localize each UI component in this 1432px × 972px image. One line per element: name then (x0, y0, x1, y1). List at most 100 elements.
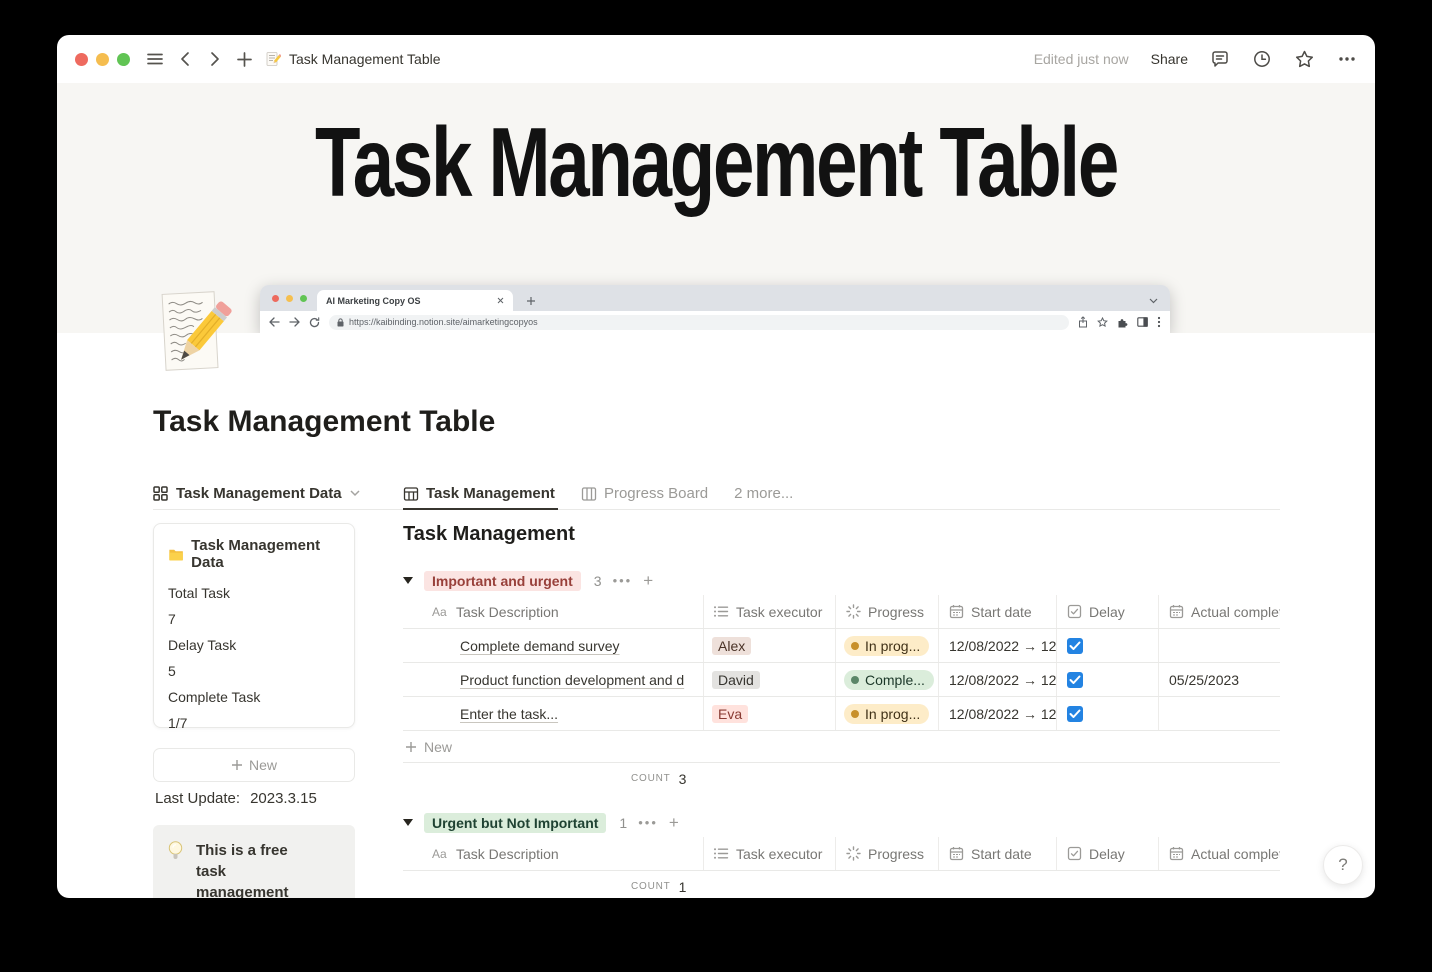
progress-cell[interactable]: In prog... (835, 629, 938, 662)
sidebar-menu-icon[interactable] (146, 50, 164, 68)
column-header-task-executor[interactable]: Task executor (703, 595, 835, 628)
calendar-icon (1169, 846, 1184, 861)
task-description-cell[interactable]: Enter the task... (403, 697, 703, 730)
task-executor-cell[interactable]: David (703, 663, 835, 696)
group-add-row-icon[interactable]: + (669, 814, 679, 831)
help-button[interactable]: ? (1323, 845, 1363, 885)
group-count-row[interactable]: COUNT 3 (403, 763, 1280, 794)
card-field-value: 5 (168, 663, 176, 679)
actual-completion-cell[interactable] (1158, 697, 1280, 730)
view-nav-row: Task Management Data Task Management Pro… (153, 478, 1280, 510)
group-count-row[interactable]: COUNT 1 (403, 871, 1280, 898)
mock-star-icon (1097, 316, 1108, 327)
back-icon[interactable] (178, 51, 193, 67)
memo-icon (265, 51, 281, 67)
delay-cell[interactable] (1056, 663, 1158, 696)
task-description-link[interactable]: Product function development and d (460, 672, 684, 688)
checkbox-icon (1067, 604, 1082, 619)
task-description-link[interactable]: Complete demand survey (460, 638, 620, 654)
favorite-star-icon[interactable] (1294, 49, 1315, 69)
collapse-triangle-icon[interactable] (403, 577, 413, 584)
mock-menu-dots-icon (1157, 316, 1161, 328)
close-window-button[interactable] (75, 52, 88, 66)
column-header-progress[interactable]: Progress (835, 837, 938, 870)
table-header-row: Aa Task Description Task executor Progress S… (403, 837, 1280, 871)
column-header-delay[interactable]: Delay (1056, 837, 1158, 870)
tab-more-views[interactable]: 2 more... (734, 485, 793, 502)
table-icon (403, 486, 419, 501)
status-dot (851, 641, 859, 650)
start-date-cell[interactable]: 12/08/2022 → 12 (938, 697, 1056, 730)
task-description-link[interactable]: Enter the task... (460, 706, 558, 722)
folder-icon (169, 549, 183, 561)
traffic-lights (75, 52, 130, 66)
delay-checkbox-checked[interactable] (1067, 705, 1083, 722)
status-icon (846, 846, 861, 861)
status-dot (851, 709, 859, 718)
data-summary-card[interactable]: Task Management Data Total Task 7 Delay … (153, 523, 355, 731)
comments-icon[interactable] (1210, 49, 1230, 69)
group-add-row-icon[interactable]: + (643, 572, 653, 589)
calendar-icon (949, 846, 964, 861)
group-header: Urgent but Not Important 1 ••• + (403, 808, 1280, 837)
breadcrumb[interactable]: Task Management Table (265, 51, 441, 67)
share-button[interactable]: Share (1151, 51, 1188, 67)
task-executor-cell[interactable]: Alex (703, 629, 835, 662)
column-header-label: Delay (1089, 845, 1125, 862)
start-date-cell[interactable]: 12/08/2022 → 12 (938, 629, 1056, 662)
sidebar-new-button[interactable]: New (153, 748, 355, 782)
delay-cell[interactable] (1056, 697, 1158, 730)
group-count: 1 (619, 814, 628, 831)
history-clock-icon[interactable] (1252, 49, 1272, 69)
column-header-actual-completion[interactable]: Actual completion (1158, 837, 1280, 870)
plus-icon (405, 741, 417, 753)
mock-sidepanel-icon (1137, 317, 1148, 327)
progress-cell[interactable]: Comple... (835, 663, 938, 696)
mock-chevron-down-icon (1149, 298, 1158, 304)
column-header-label: Delay (1089, 603, 1125, 620)
browser-mockup: AI Marketing Copy OS https://kaibinding.… (260, 285, 1170, 333)
column-header-actual-completion[interactable]: Actual completion (1158, 595, 1280, 628)
card-field-label: Complete Task (168, 689, 261, 705)
start-date-cell[interactable]: 12/08/2022 → 12 (938, 663, 1056, 696)
table-new-row-button[interactable]: New (403, 731, 1280, 763)
progress-status-tag: In prog... (844, 635, 930, 656)
forward-icon[interactable] (207, 51, 222, 67)
group-name-tag[interactable]: Urgent but Not Important (424, 812, 607, 833)
column-header-start-date[interactable]: Start date (938, 837, 1056, 870)
new-page-icon[interactable] (236, 51, 253, 68)
tab-task-management[interactable]: Task Management (403, 485, 555, 502)
column-header-delay[interactable]: Delay (1056, 595, 1158, 628)
delay-cell[interactable] (1056, 629, 1158, 662)
column-header-label: Task Description (456, 603, 559, 620)
column-header-task-executor[interactable]: Task executor (703, 837, 835, 870)
column-header-progress[interactable]: Progress (835, 595, 938, 628)
collapse-triangle-icon[interactable] (403, 819, 413, 826)
actual-completion-cell[interactable]: 05/25/2023 (1158, 663, 1280, 696)
maximize-window-button[interactable] (117, 52, 130, 66)
table-row: Enter the task... Eva In prog... 12/08/2022… (403, 697, 1280, 731)
task-description-cell[interactable]: Complete demand survey (403, 629, 703, 662)
delay-checkbox-checked[interactable] (1067, 637, 1083, 654)
more-options-icon[interactable] (1337, 49, 1357, 69)
delay-checkbox-checked[interactable] (1067, 671, 1083, 688)
group-options-icon[interactable]: ••• (613, 573, 633, 588)
group-options-icon[interactable]: ••• (638, 815, 658, 830)
column-header-task-description[interactable]: Aa Task Description (403, 837, 703, 870)
column-header-label: Task executor (736, 845, 823, 862)
count-value: 3 (678, 770, 687, 787)
database-view-selector[interactable]: Task Management Data (153, 478, 360, 509)
table-header-row: Aa Task Description Task executor Progress S… (403, 595, 1280, 629)
actual-completion-cell[interactable] (1158, 629, 1280, 662)
tab-progress-board[interactable]: Progress Board (581, 485, 708, 502)
page-icon-memo[interactable] (160, 290, 232, 376)
minimize-window-button[interactable] (96, 52, 109, 66)
card-field-value: 1/7 (168, 715, 188, 731)
task-executor-cell[interactable]: Eva (703, 697, 835, 730)
column-header-start-date[interactable]: Start date (938, 595, 1056, 628)
group-name-tag[interactable]: Important and urgent (424, 570, 581, 591)
executor-tag: Alex (712, 636, 752, 655)
progress-cell[interactable]: In prog... (835, 697, 938, 730)
column-header-task-description[interactable]: Aa Task Description (403, 595, 703, 628)
task-description-cell[interactable]: Product function development and d (403, 663, 703, 696)
